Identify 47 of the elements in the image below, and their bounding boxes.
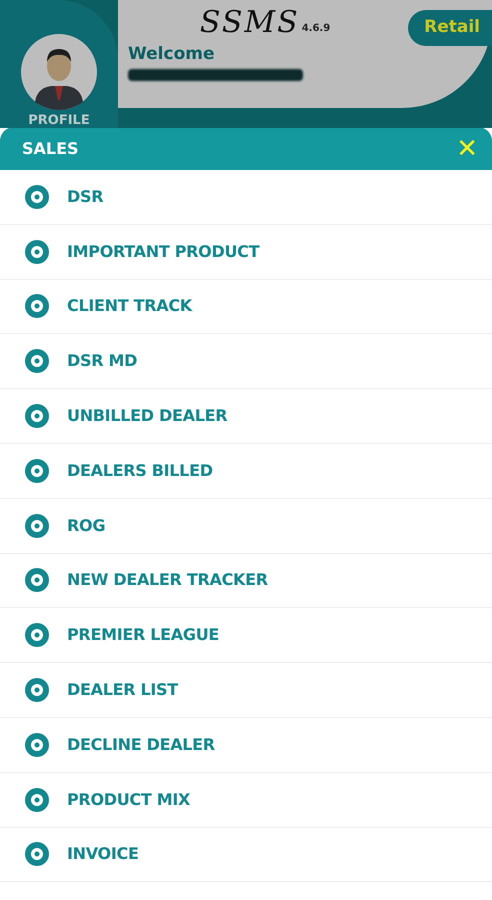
menu-item-label: DSR [67, 186, 104, 208]
menu-item[interactable]: ROG [0, 498, 492, 554]
radio-circle-icon [25, 514, 49, 538]
retail-badge[interactable]: Retail [408, 10, 492, 46]
radio-circle-icon [25, 458, 49, 483]
menu-item-label: IMPORTANT PRODUCT [67, 240, 260, 263]
radio-circle-icon [25, 404, 49, 428]
menu-item[interactable]: INVOICE [0, 828, 492, 882]
menu-item[interactable]: DECLINE DEALER [0, 718, 492, 773]
menu-item[interactable]: IMPORTANT PRODUCT [0, 224, 492, 280]
radio-circle-icon [25, 294, 49, 318]
menu-item-label: INVOICE [67, 843, 139, 866]
radio-circle-icon [25, 568, 49, 592]
close-button[interactable]: ✕ [456, 136, 478, 162]
radio-circle-icon [25, 349, 49, 374]
profile-label: PROFILE [28, 114, 90, 127]
radio-circle-icon [25, 788, 49, 812]
menu-item-label: DECLINE DEALER [67, 734, 215, 756]
menu-item-label: CLIENT TRACK [67, 295, 192, 318]
menu-item[interactable]: PREMIER LEAGUE [0, 608, 492, 664]
menu-item[interactable]: PRODUCT MIX [0, 772, 492, 828]
menu-item-label: DEALERS BILLED [67, 460, 213, 482]
menu-item[interactable]: DEALER LIST [0, 663, 492, 718]
app-logo: SSMS [200, 8, 300, 38]
menu-item-label: NEW DEALER TRACKER [67, 569, 268, 592]
welcome-text: Welcome [128, 44, 216, 66]
avatar-icon[interactable] [21, 34, 97, 110]
menu-item[interactable]: DEALERS BILLED [0, 444, 492, 499]
version-label: 4.6.9 [302, 22, 330, 36]
menu-item-label: UNBILLED DEALER [67, 405, 228, 428]
menu-title: SALES [22, 138, 79, 160]
menu-item-label: DSR MD [67, 350, 138, 372]
radio-circle-icon [25, 732, 49, 757]
menu-item-label: PREMIER LEAGUE [67, 624, 220, 646]
radio-circle-icon [25, 842, 49, 866]
menu-item[interactable]: DSR MD [0, 334, 492, 390]
radio-circle-icon [25, 240, 49, 264]
radio-circle-icon [25, 623, 49, 648]
menu-item[interactable]: NEW DEALER TRACKER [0, 554, 492, 608]
menu-item[interactable]: UNBILLED DEALER [0, 389, 492, 444]
radio-circle-icon [25, 184, 49, 209]
menu-item[interactable]: CLIENT TRACK [0, 280, 492, 334]
menu-item-label: DEALER LIST [67, 679, 178, 702]
radio-circle-icon [25, 678, 49, 702]
menu-item-label: ROG [67, 514, 106, 537]
menu-item-label: PRODUCT MIX [67, 788, 190, 811]
menu-item[interactable]: DSR [0, 170, 492, 225]
